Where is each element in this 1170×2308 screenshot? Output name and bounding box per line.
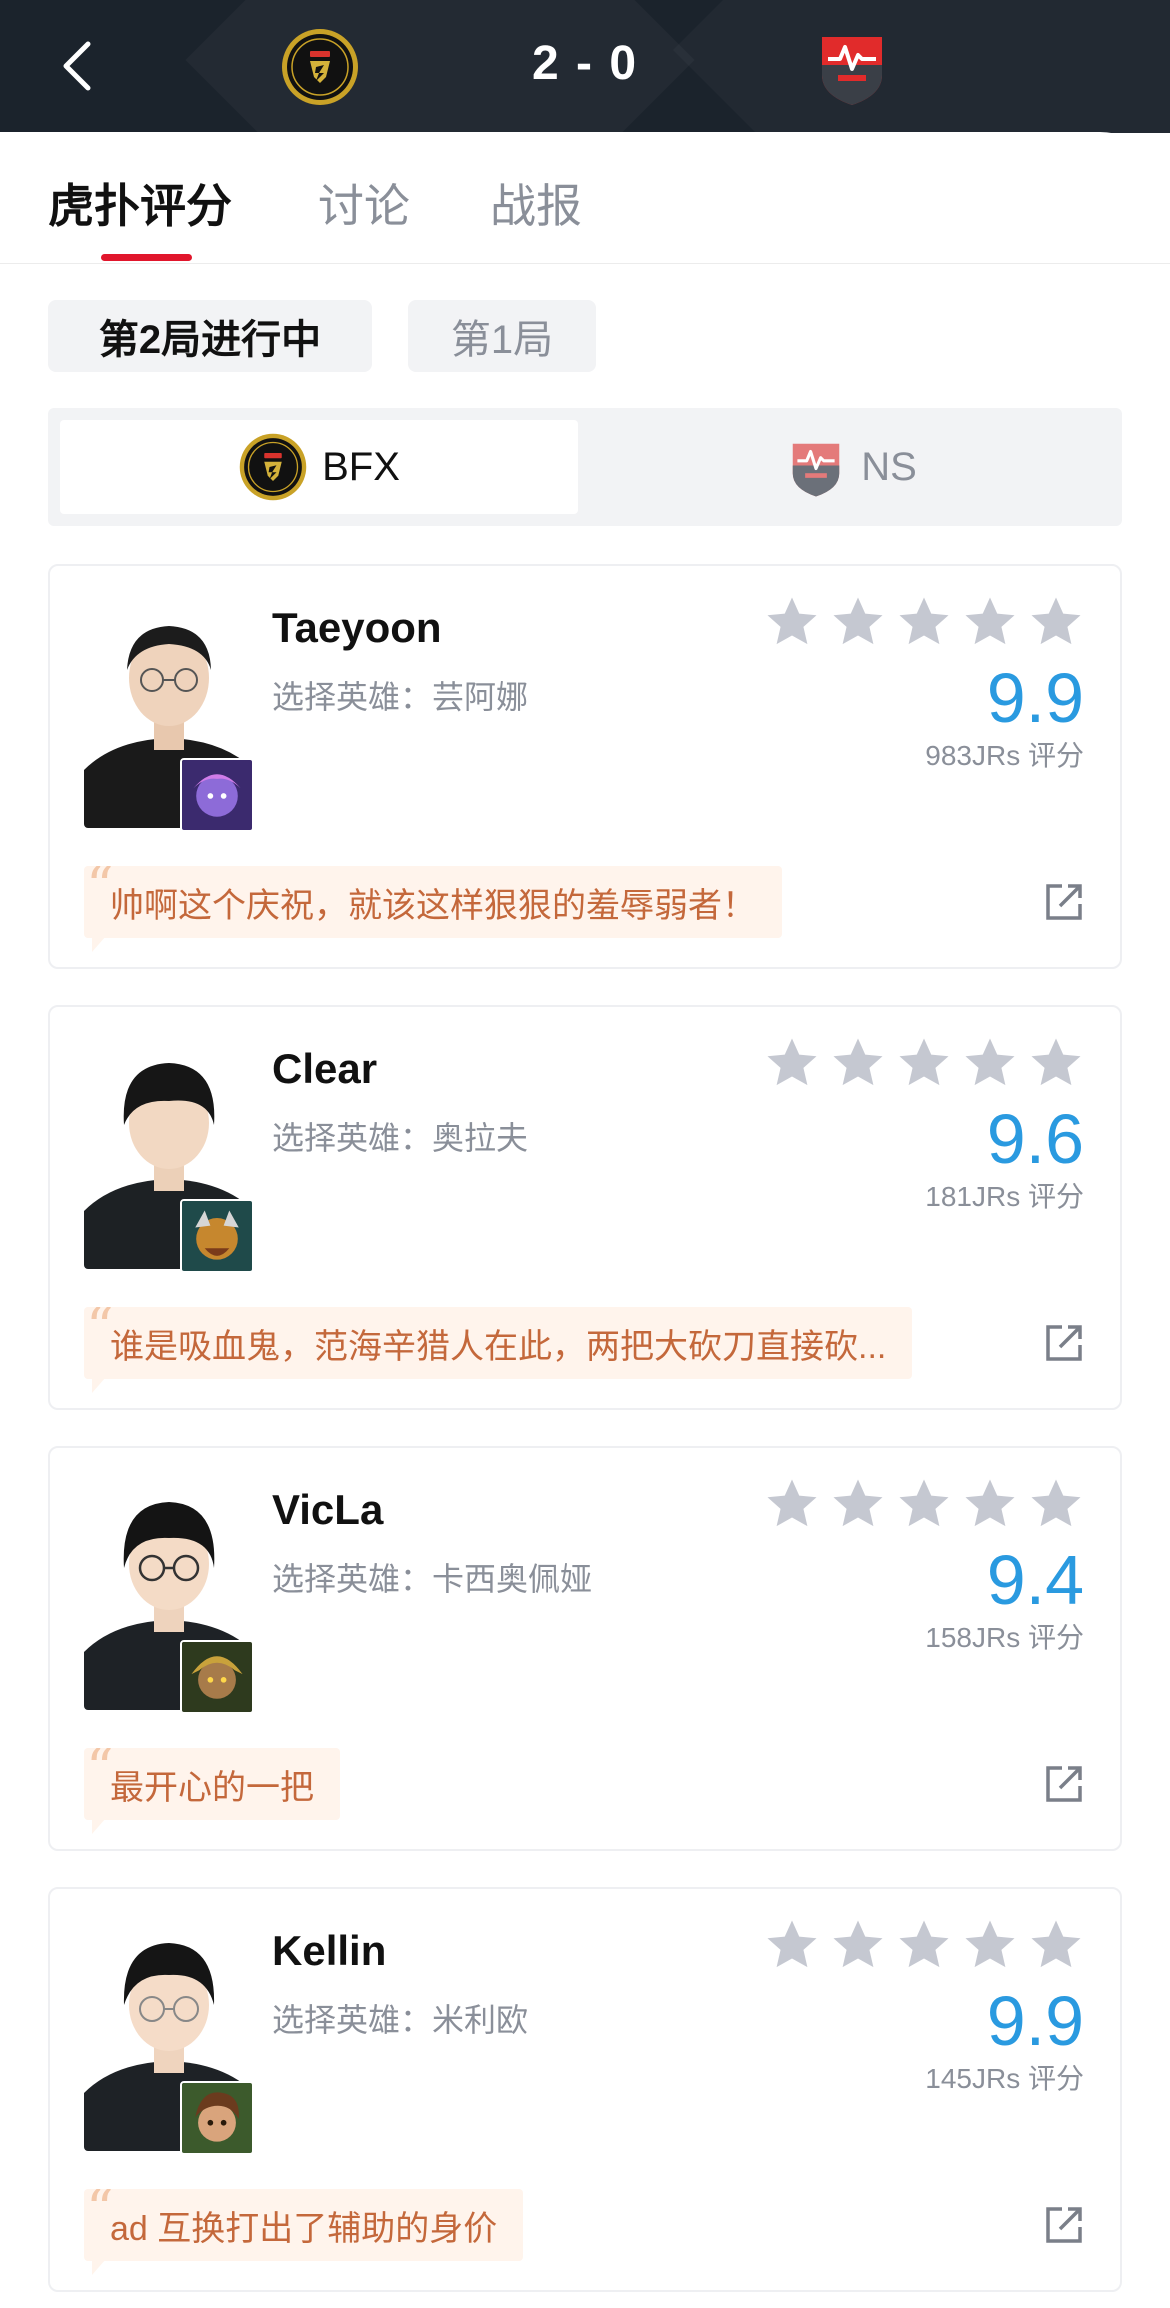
star-rating[interactable] — [764, 1035, 1084, 1091]
content-sheet: 虎扑评分 讨论 战报 第2局进行中 第1局 BFX NS Taeyoon 选择英… — [0, 132, 1170, 2308]
rating-count: 158JRs 评分 — [925, 1622, 1084, 1653]
champion-icon — [180, 2081, 254, 2155]
round-2-button[interactable]: 第2局进行中 — [48, 300, 372, 372]
tab-discussion[interactable]: 讨论 — [318, 170, 410, 236]
comment-tail — [92, 2259, 106, 2275]
player-card[interactable]: Clear 选择英雄：奥拉夫 9.6 181JRs 评分 “ 谁是吸血鬼，范海辛… — [48, 1005, 1122, 1410]
quote-icon: “ — [86, 866, 114, 918]
star-icon[interactable] — [830, 1917, 886, 1973]
star-icon[interactable] — [896, 594, 952, 650]
tab-bar: 虎扑评分 讨论 战报 — [0, 132, 1170, 264]
star-rating[interactable] — [764, 594, 1084, 650]
tab-report[interactable]: 战报 — [490, 170, 582, 236]
star-icon[interactable] — [1028, 1476, 1084, 1532]
fearx-logo-icon — [239, 433, 307, 501]
round-1-button[interactable]: 第1局 — [408, 300, 596, 372]
player-score: 9.9 — [986, 1982, 1084, 2060]
fearx-logo-icon[interactable] — [280, 27, 360, 107]
player-champion: 选择英雄：奥拉夫 — [272, 1120, 529, 1156]
header-decoration — [673, 0, 1170, 133]
player-card[interactable]: Taeyoon 选择英雄：芸阿娜 9.9 983JRs 评分 “ 帅啊这个庆祝，… — [48, 564, 1122, 969]
star-icon[interactable] — [1028, 594, 1084, 650]
star-icon[interactable] — [962, 1035, 1018, 1091]
star-icon[interactable] — [962, 1917, 1018, 1973]
player-name: Clear — [272, 1045, 378, 1092]
champion-icon — [180, 1640, 254, 1714]
comment-text: 最开心的一把 — [110, 1768, 314, 1807]
player-score: 9.6 — [986, 1100, 1084, 1178]
team-name-ns: NS — [861, 444, 917, 489]
tab-active-indicator — [101, 254, 192, 261]
comment-text: 帅啊这个庆祝，就该这样狠狠的羞辱弱者！ — [110, 886, 756, 925]
comment-tail — [92, 1377, 106, 1393]
top-comment[interactable]: “ 最开心的一把 — [84, 1748, 340, 1820]
top-comment[interactable]: “ 谁是吸血鬼，范海辛猎人在此，两把大砍刀直接砍... — [84, 1307, 913, 1379]
star-icon[interactable] — [962, 594, 1018, 650]
star-icon[interactable] — [896, 1035, 952, 1091]
match-score: 2 - 0 — [531, 37, 639, 90]
back-arrow-icon[interactable] — [52, 36, 102, 96]
player-name: VicLa — [272, 1486, 384, 1533]
star-icon[interactable] — [764, 1476, 820, 1532]
star-icon[interactable] — [830, 594, 886, 650]
player-card[interactable]: VicLa 选择英雄：卡西奥佩娅 9.4 158JRs 评分 “ 最开心的一把 — [48, 1446, 1122, 1851]
player-champion: 选择英雄：卡西奥佩娅 — [272, 1561, 593, 1597]
team-switch: BFX NS — [48, 408, 1122, 526]
comment-tail — [92, 936, 106, 952]
rating-count: 145JRs 评分 — [925, 2063, 1084, 2094]
star-icon[interactable] — [1028, 1035, 1084, 1091]
team-option-ns[interactable]: NS — [592, 420, 1110, 514]
share-icon[interactable] — [1042, 880, 1086, 924]
player-champion: 选择英雄：米利欧 — [272, 2002, 529, 2038]
player-name: Kellin — [272, 1927, 387, 1974]
quote-icon: “ — [86, 1748, 114, 1800]
share-icon[interactable] — [1042, 1321, 1086, 1365]
star-icon[interactable] — [896, 1476, 952, 1532]
rating-count: 983JRs 评分 — [925, 740, 1084, 771]
champion-icon — [180, 1199, 254, 1273]
share-icon[interactable] — [1042, 1762, 1086, 1806]
top-comment[interactable]: “ 帅啊这个庆祝，就该这样狠狠的羞辱弱者！ — [84, 866, 782, 938]
star-icon[interactable] — [896, 1917, 952, 1973]
champion-icon — [180, 758, 254, 832]
share-icon[interactable] — [1042, 2203, 1086, 2247]
tab-rating[interactable]: 虎扑评分 — [48, 170, 232, 236]
nongshim-redforce-logo-icon — [792, 443, 840, 497]
comment-tail — [92, 1818, 106, 1834]
match-header: 2 - 0 — [0, 0, 1170, 133]
player-score: 9.4 — [986, 1541, 1084, 1619]
comment-text: ad 互换打出了辅助的身价 — [110, 2209, 498, 2248]
star-icon[interactable] — [830, 1035, 886, 1091]
nongshim-redforce-logo-icon[interactable] — [812, 27, 892, 107]
player-card[interactable]: Kellin 选择英雄：米利欧 9.9 145JRs 评分 “ ad 互换打出了… — [48, 1887, 1122, 2292]
comment-text: 谁是吸血鬼，范海辛猎人在此，两把大砍刀直接砍... — [110, 1327, 887, 1366]
team-option-bfx[interactable]: BFX — [60, 420, 578, 514]
team-name-bfx: BFX — [322, 444, 400, 489]
star-icon[interactable] — [764, 594, 820, 650]
star-rating[interactable] — [764, 1476, 1084, 1532]
quote-icon: “ — [86, 2189, 114, 2241]
star-icon[interactable] — [764, 1917, 820, 1973]
quote-icon: “ — [86, 1307, 114, 1359]
player-name: Taeyoon — [272, 604, 442, 651]
star-icon[interactable] — [830, 1476, 886, 1532]
player-score: 9.9 — [986, 659, 1084, 737]
player-champion: 选择英雄：芸阿娜 — [272, 679, 529, 715]
star-icon[interactable] — [962, 1476, 1018, 1532]
top-comment[interactable]: “ ad 互换打出了辅助的身价 — [84, 2189, 524, 2261]
rating-count: 181JRs 评分 — [925, 1181, 1084, 1212]
star-icon[interactable] — [1028, 1917, 1084, 1973]
star-icon[interactable] — [764, 1035, 820, 1091]
star-rating[interactable] — [764, 1917, 1084, 1973]
